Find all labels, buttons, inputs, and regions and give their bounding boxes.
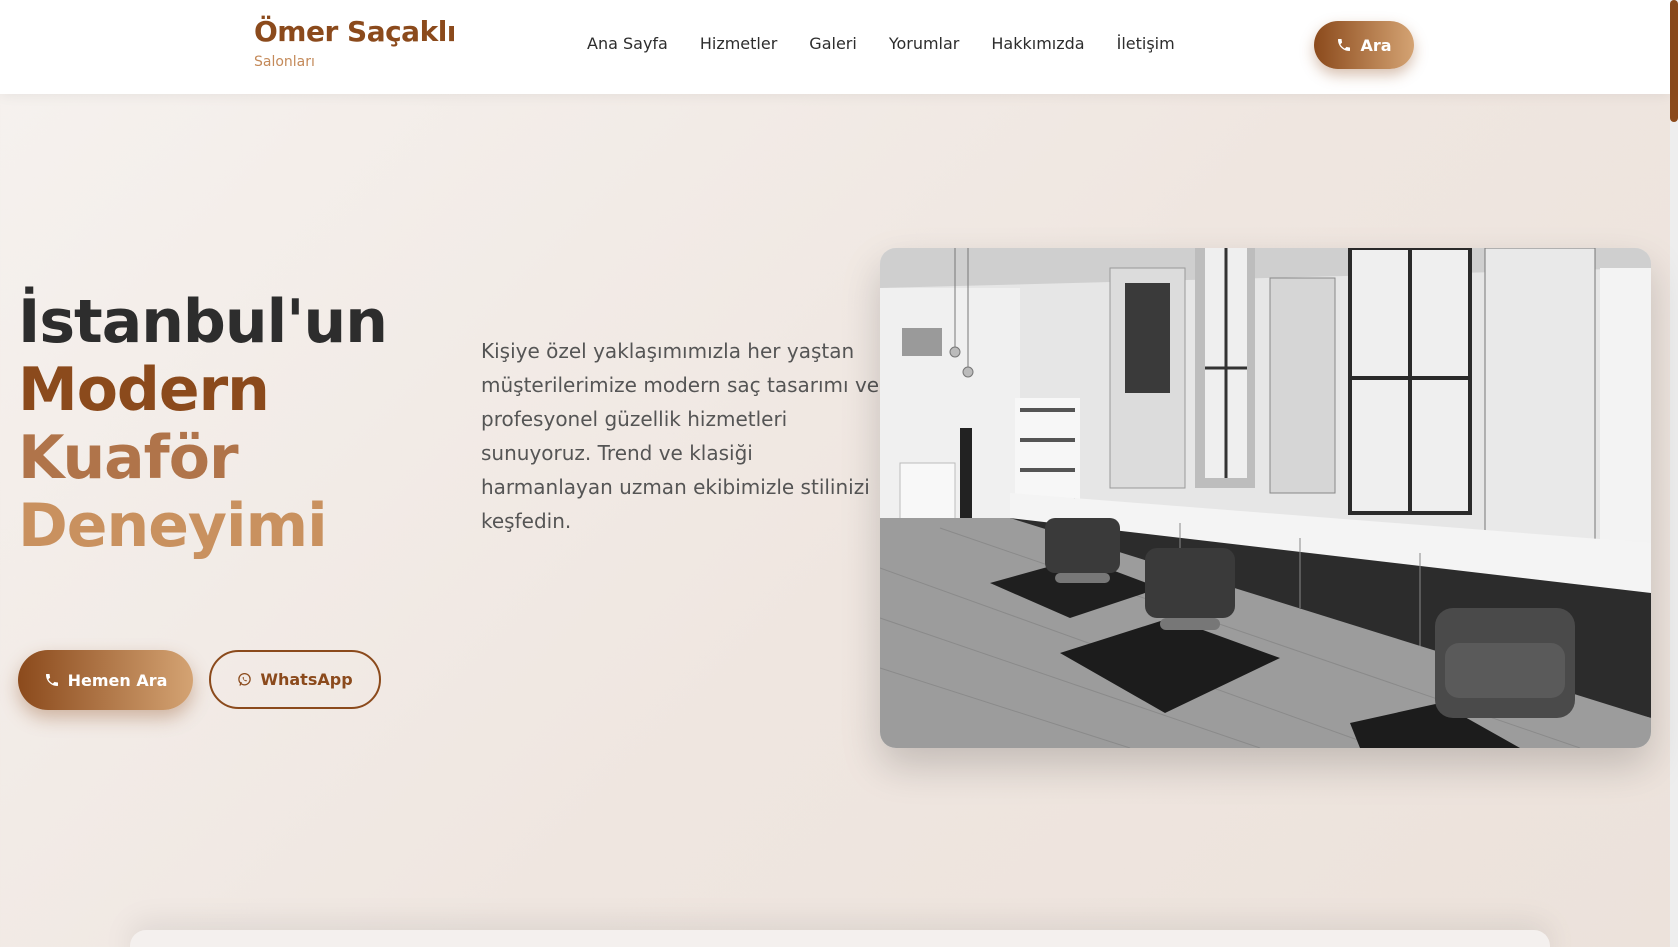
call-now-label: Hemen Ara (67, 670, 168, 690)
nav-item-ana-sayfa[interactable]: Ana Sayfa (587, 34, 668, 53)
main-nav: Ana Sayfa Hizmetler Galeri Yorumlar Hakk… (587, 34, 1207, 53)
site-header: Ömer Saçaklı Salonları Ana Sayfa Hizmetl… (0, 0, 1670, 94)
hero-title-line-3: Kuaför (18, 423, 239, 493)
header-call-label: Ara (1360, 35, 1392, 55)
scrollbar-track[interactable] (1670, 0, 1678, 947)
scrollbar-thumb[interactable] (1670, 0, 1678, 122)
whatsapp-label: WhatsApp (260, 670, 353, 689)
nav-item-hakkimizda[interactable]: Hakkımızda (991, 34, 1084, 53)
header-call-button[interactable]: Ara (1314, 21, 1414, 69)
nav-item-galeri[interactable]: Galeri (809, 34, 857, 53)
phone-icon (1336, 37, 1352, 53)
brand-logo[interactable]: Ömer Saçaklı Salonları (254, 15, 456, 70)
salon-interior-photo (880, 248, 1651, 748)
whatsapp-icon (237, 672, 252, 687)
nav-item-hizmetler[interactable]: Hizmetler (700, 34, 777, 53)
hero-title-line-4: Deneyimi (18, 491, 328, 561)
call-now-button[interactable]: Hemen Ara (18, 650, 193, 710)
nav-item-yorumlar[interactable]: Yorumlar (889, 34, 960, 53)
next-section-card (130, 930, 1550, 947)
brand-title: Ömer Saçaklı (254, 15, 456, 48)
hero-title-line-2: Modern (18, 355, 270, 425)
hero-title: İstanbul'un Modern Kuaför Deneyimi (18, 287, 388, 561)
hero-description: Kişiye özel yaklaşımımızla her yaştan mü… (481, 339, 880, 533)
salon-photo-illustration (880, 248, 1651, 748)
whatsapp-button[interactable]: WhatsApp (209, 650, 381, 709)
hero-title-line-1: İstanbul'un (18, 287, 388, 357)
brand-subtitle: Salonları (254, 54, 315, 70)
nav-item-iletisim[interactable]: İletişim (1117, 34, 1175, 53)
phone-icon (44, 672, 60, 688)
